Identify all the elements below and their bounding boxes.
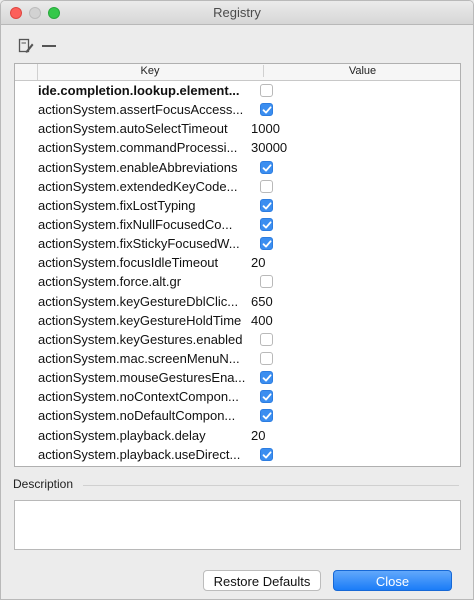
row-key: actionSystem.fixStickyFocusedW... (38, 236, 240, 252)
row-value-checkbox[interactable] (260, 84, 273, 97)
table-row[interactable]: actionSystem.noDefaultCompon... (15, 406, 460, 425)
checkmark-icon (262, 240, 272, 248)
row-key: actionSystem.extendedKeyCode... (38, 178, 238, 194)
table-row[interactable]: actionSystem.noContextCompon... (15, 387, 460, 406)
registry-table: Key Value ide.completion.lookup.element.… (14, 63, 461, 467)
row-value-text[interactable]: 400 (251, 313, 273, 328)
checkmark-icon (262, 393, 272, 401)
row-key: actionSystem.force.alt.gr (38, 274, 182, 290)
row-value-checkbox[interactable] (260, 409, 273, 423)
row-value-checkbox[interactable] (260, 390, 273, 404)
row-value-checkbox[interactable] (260, 217, 273, 231)
table-row[interactable]: actionSystem.force.alt.gr (15, 272, 460, 291)
row-key: ide.completion.lookup.element... (38, 83, 240, 98)
row-key: actionSystem.mouseGesturesEna... (38, 370, 246, 386)
row-value-text[interactable]: 30000 (251, 140, 287, 155)
table-row[interactable]: actionSystem.focusIdleTimeout 20 (15, 253, 460, 272)
row-key: actionSystem.fixLostTyping (38, 197, 196, 213)
checkmark-icon (262, 412, 272, 420)
row-value-checkbox[interactable] (260, 332, 273, 346)
table-row[interactable]: actionSystem.mouseGesturesEna... (15, 368, 460, 387)
row-value-checkbox[interactable] (260, 198, 273, 212)
row-key: actionSystem.enableAbbreviations (38, 159, 238, 175)
table-rows: ide.completion.lookup.element... actionSy… (15, 81, 460, 464)
row-value-text[interactable]: 1000 (251, 121, 280, 136)
table-row[interactable]: actionSystem.autoSelectTimeout 1000 (15, 119, 460, 138)
row-value-text[interactable]: 650 (251, 294, 273, 309)
column-header-key[interactable]: Key (38, 65, 262, 77)
row-value-checkbox[interactable] (260, 447, 273, 461)
row-key: actionSystem.mac.screenMenuN... (38, 350, 240, 366)
description-box (14, 500, 461, 550)
close-button[interactable]: Close (333, 570, 452, 591)
row-key: actionSystem.noContextCompon... (38, 389, 239, 405)
row-value-checkbox[interactable] (260, 103, 273, 117)
checkmark-icon (262, 163, 272, 172)
table-row[interactable]: ide.completion.lookup.element... (15, 81, 460, 100)
table-row[interactable]: actionSystem.extendedKeyCode... (15, 177, 460, 196)
table-header: Key Value (15, 64, 460, 81)
checkmark-icon (262, 451, 272, 459)
table-row[interactable]: actionSystem.keyGestureHoldTime 400 (15, 311, 460, 330)
column-header-value[interactable]: Value (263, 65, 460, 77)
row-value-checkbox[interactable] (260, 275, 273, 289)
row-key: actionSystem.keyGestures.enabled (38, 331, 243, 347)
edit-icon[interactable] (18, 38, 34, 54)
table-row[interactable]: actionSystem.keyGestures.enabled (15, 330, 460, 349)
row-key: actionSystem.noDefaultCompon... (38, 408, 236, 424)
table-row[interactable]: actionSystem.mac.screenMenuN... (15, 349, 460, 368)
registry-window: Registry Key Value ide.completion.lookup… (0, 0, 474, 600)
description-label: Description (13, 477, 74, 491)
table-row[interactable]: actionSystem.fixStickyFocusedW... (15, 234, 460, 253)
restore-defaults-button[interactable]: Restore Defaults (203, 570, 321, 591)
row-key: actionSystem.playback.delay (38, 427, 206, 443)
row-key: actionSystem.keyGestureDblClic... (38, 293, 239, 309)
row-key: actionSystem.fixNullFocusedCo... (38, 216, 233, 232)
row-key: actionSystem.assertFocusAccess... (38, 102, 244, 118)
header-gutter (15, 64, 38, 80)
row-key: actionSystem.keyGestureHoldTime (38, 312, 242, 328)
row-value-text[interactable]: 20 (251, 428, 265, 443)
table-row[interactable]: actionSystem.playback.useDirect... (15, 445, 460, 464)
row-value-text[interactable]: 20 (251, 255, 265, 270)
checkmark-icon (262, 374, 272, 382)
row-value-checkbox[interactable] (260, 351, 273, 365)
row-key: actionSystem.playback.useDirect... (38, 446, 241, 462)
table-row[interactable]: actionSystem.enableAbbreviations (15, 158, 460, 177)
row-value-checkbox[interactable] (260, 371, 273, 385)
description-divider (83, 485, 459, 486)
table-row[interactable]: actionSystem.fixLostTyping (15, 196, 460, 215)
checkmark-icon (262, 221, 272, 229)
minus-icon[interactable] (42, 45, 56, 47)
row-key: actionSystem.autoSelectTimeout (38, 121, 228, 137)
row-value-checkbox[interactable] (260, 160, 273, 174)
table-row[interactable]: actionSystem.assertFocusAccess... (15, 100, 460, 119)
window-title: Registry (213, 5, 261, 20)
table-row[interactable]: actionSystem.commandProcessi... 30000 (15, 138, 460, 157)
row-value-checkbox[interactable] (260, 179, 273, 193)
row-key: actionSystem.commandProcessi... (38, 140, 238, 156)
table-row[interactable]: actionSystem.fixNullFocusedCo... (15, 215, 460, 234)
checkmark-icon (262, 106, 272, 114)
title-bar: Registry (1, 1, 473, 25)
table-row[interactable]: actionSystem.keyGestureDblClic... 650 (15, 292, 460, 311)
table-row[interactable]: actionSystem.playback.delay 20 (15, 426, 460, 445)
checkmark-icon (262, 202, 272, 210)
row-key: actionSystem.focusIdleTimeout (38, 255, 219, 271)
row-value-checkbox[interactable] (260, 237, 273, 251)
